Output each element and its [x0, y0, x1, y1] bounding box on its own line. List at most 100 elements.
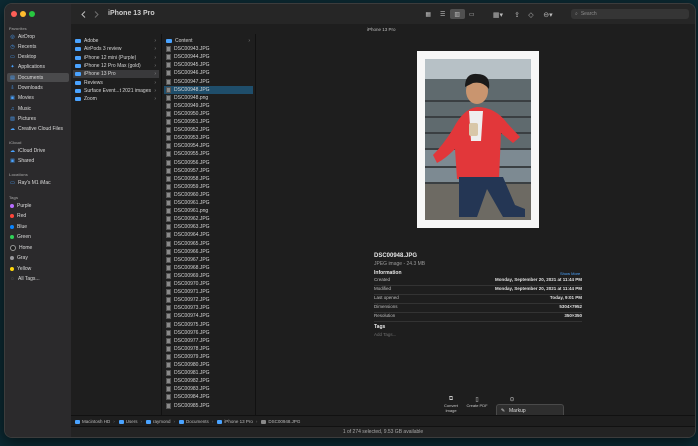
file-row[interactable]: DSC00961.JPG	[164, 199, 253, 207]
file-row[interactable]: DSC00984.JPG	[164, 393, 253, 401]
menu-item-markup[interactable]: ✎ Markup	[499, 407, 561, 415]
folder-row[interactable]: Reviews ›	[73, 79, 159, 87]
file-row[interactable]: DSC00974.JPG	[164, 312, 253, 320]
minimize-button[interactable]	[20, 11, 26, 17]
sidebar-item-music[interactable]: ♫ Music	[7, 104, 69, 113]
action-button[interactable]: ⊖▾	[541, 10, 555, 19]
file-row[interactable]: DSC00970.JPG	[164, 280, 253, 288]
breadcrumb-item[interactable]: iPhone 13 Pro ›	[217, 419, 257, 424]
sidebar-tag-blue[interactable]: Blue	[7, 222, 69, 231]
sidebar-tag-green[interactable]: Green	[7, 233, 69, 242]
file-row[interactable]: DSC00967.JPG	[164, 256, 253, 264]
sidebar-item-desktop[interactable]: ▭ Desktop	[7, 53, 69, 62]
folder-row[interactable]: AirPods 3 review ›	[73, 45, 159, 53]
folder-row[interactable]: Zoom ›	[73, 95, 159, 103]
file-row[interactable]: DSC00953.JPG	[164, 134, 253, 142]
sidebar-item-shared[interactable]: ▣ Shared	[7, 156, 69, 165]
file-row[interactable]: DSC00968.JPG	[164, 264, 253, 272]
file-row[interactable]: DSC00945.JPG	[164, 61, 253, 69]
file-row[interactable]: DSC00981.JPG	[164, 369, 253, 377]
tag-button[interactable]: ◇	[527, 10, 535, 19]
quick-action-create-pdf[interactable]: ▯ Create PDF	[466, 396, 488, 408]
file-row[interactable]: DSC00963.JPG	[164, 223, 253, 231]
sidebar-item-pictures[interactable]: ▨ Pictures	[7, 114, 69, 123]
zoom-button[interactable]	[29, 11, 35, 17]
file-row[interactable]: DSC00954.JPG	[164, 142, 253, 150]
file-row[interactable]: DSC00947.JPG	[164, 78, 253, 86]
file-row[interactable]: DSC00946.JPG	[164, 69, 253, 77]
file-row[interactable]: DSC00973.JPG	[164, 304, 253, 312]
folder-row[interactable]: Adobe ›	[73, 37, 159, 45]
image-preview[interactable]	[417, 51, 539, 228]
list-view-button[interactable]: ☰	[436, 9, 451, 19]
file-row[interactable]: DSC00948.JPG	[164, 85, 253, 94]
file-row[interactable]: DSC00985.JPG	[164, 402, 253, 410]
file-row[interactable]: DSC00980.JPG	[164, 361, 253, 369]
file-row[interactable]: DSC00950.JPG	[164, 110, 253, 118]
file-row[interactable]: DSC00943.JPG	[164, 45, 253, 53]
sidebar-item-ray-s-m1-imac[interactable]: ▭ Ray's M1 iMac	[7, 178, 69, 187]
file-row[interactable]: DSC00978.JPG	[164, 345, 253, 353]
sidebar-item-applications[interactable]: ✦ Applications	[7, 63, 69, 72]
sidebar-item-downloads[interactable]: ⇩ Downloads	[7, 84, 69, 93]
file-row[interactable]: DSC00961.png	[164, 207, 253, 215]
sidebar-item-recents[interactable]: ◷ Recents	[7, 42, 69, 51]
sidebar-item-creative-cloud-files[interactable]: ☁ Creative Cloud Files	[7, 125, 69, 134]
file-row[interactable]: DSC00955.JPG	[164, 150, 253, 158]
folder-row[interactable]: Surface Event...t 2021 images ›	[73, 87, 159, 95]
sidebar-tag-yellow[interactable]: Yellow	[7, 264, 69, 273]
sidebar-item-movies[interactable]: ▣ Movies	[7, 94, 69, 103]
file-row[interactable]: DSC00983.JPG	[164, 385, 253, 393]
breadcrumb-item[interactable]: DSC00948.JPG	[261, 419, 300, 424]
breadcrumb-item[interactable]: Macintosh HD ›	[75, 419, 115, 424]
share-button[interactable]: ⇪	[513, 10, 521, 19]
file-row[interactable]: DSC00944.JPG	[164, 53, 253, 61]
file-row[interactable]: DSC00956.JPG	[164, 159, 253, 167]
folder-row[interactable]: iPhone 13 Pro ›	[73, 70, 159, 79]
close-button[interactable]	[11, 11, 17, 17]
folder-row[interactable]: iPhone 12 mini (Purple) ›	[73, 54, 159, 62]
quick-action-more[interactable]: ⊙	[501, 396, 523, 403]
file-row[interactable]: DSC00975.JPG	[164, 321, 253, 329]
sidebar-tag-home[interactable]: Home	[7, 243, 69, 252]
file-row[interactable]: DSC00964.JPG	[164, 231, 253, 239]
column-view-button[interactable]: ▥	[450, 9, 465, 19]
file-row[interactable]: DSC00960.JPG	[164, 191, 253, 199]
sidebar-tag-all-tags-[interactable]: ◌ All Tags...	[7, 275, 69, 284]
file-row[interactable]: DSC00965.JPG	[164, 240, 253, 248]
file-row[interactable]: DSC00959.JPG	[164, 183, 253, 191]
file-row[interactable]: DSC00949.JPG	[164, 102, 253, 110]
file-row[interactable]: DSC00976.JPG	[164, 329, 253, 337]
add-tags-field[interactable]: Add Tags...	[374, 332, 396, 337]
file-row[interactable]: DSC00971.JPG	[164, 288, 253, 296]
icon-view-button[interactable]: ▦	[421, 9, 436, 19]
forward-button[interactable]	[92, 10, 100, 19]
file-row[interactable]: DSC00962.JPG	[164, 215, 253, 223]
file-row[interactable]: DSC00969.JPG	[164, 272, 253, 280]
file-row[interactable]: DSC00948.png	[164, 94, 253, 102]
file-row[interactable]: DSC00972.JPG	[164, 296, 253, 304]
sidebar-item-icloud-drive[interactable]: ☁ iCloud Drive	[7, 146, 69, 155]
breadcrumb-item[interactable]: raymond ›	[146, 419, 175, 424]
file-row[interactable]: DSC00958.JPG	[164, 175, 253, 183]
breadcrumb-item[interactable]: Documents ›	[179, 419, 213, 424]
file-row[interactable]: DSC00977.JPG	[164, 337, 253, 345]
back-button[interactable]	[79, 10, 87, 19]
gallery-view-button[interactable]: ▭	[465, 9, 480, 19]
file-row[interactable]: DSC00966.JPG	[164, 248, 253, 256]
file-row[interactable]: DSC00982.JPG	[164, 377, 253, 385]
quick-action-convert-image[interactable]: ⧉ Convert Image	[440, 396, 462, 413]
folder-row[interactable]: iPhone 12 Pro Max (gold) ›	[73, 62, 159, 70]
sidebar-tag-purple[interactable]: Purple	[7, 201, 69, 210]
breadcrumb-item[interactable]: Users ›	[118, 419, 142, 424]
file-row[interactable]: DSC00952.JPG	[164, 126, 253, 134]
file-row[interactable]: Content ›	[164, 37, 253, 45]
show-more-link[interactable]: Show More	[560, 271, 580, 276]
file-row[interactable]: DSC00957.JPG	[164, 167, 253, 175]
sidebar-tag-gray[interactable]: Gray	[7, 254, 69, 263]
sidebar-item-documents[interactable]: ▤ Documents	[7, 73, 69, 83]
file-row[interactable]: DSC00979.JPG	[164, 353, 253, 361]
file-row[interactable]: DSC00951.JPG	[164, 118, 253, 126]
sidebar-item-airdrop[interactable]: ◎ AirDrop	[7, 32, 69, 41]
sidebar-tag-red[interactable]: Red	[7, 212, 69, 221]
